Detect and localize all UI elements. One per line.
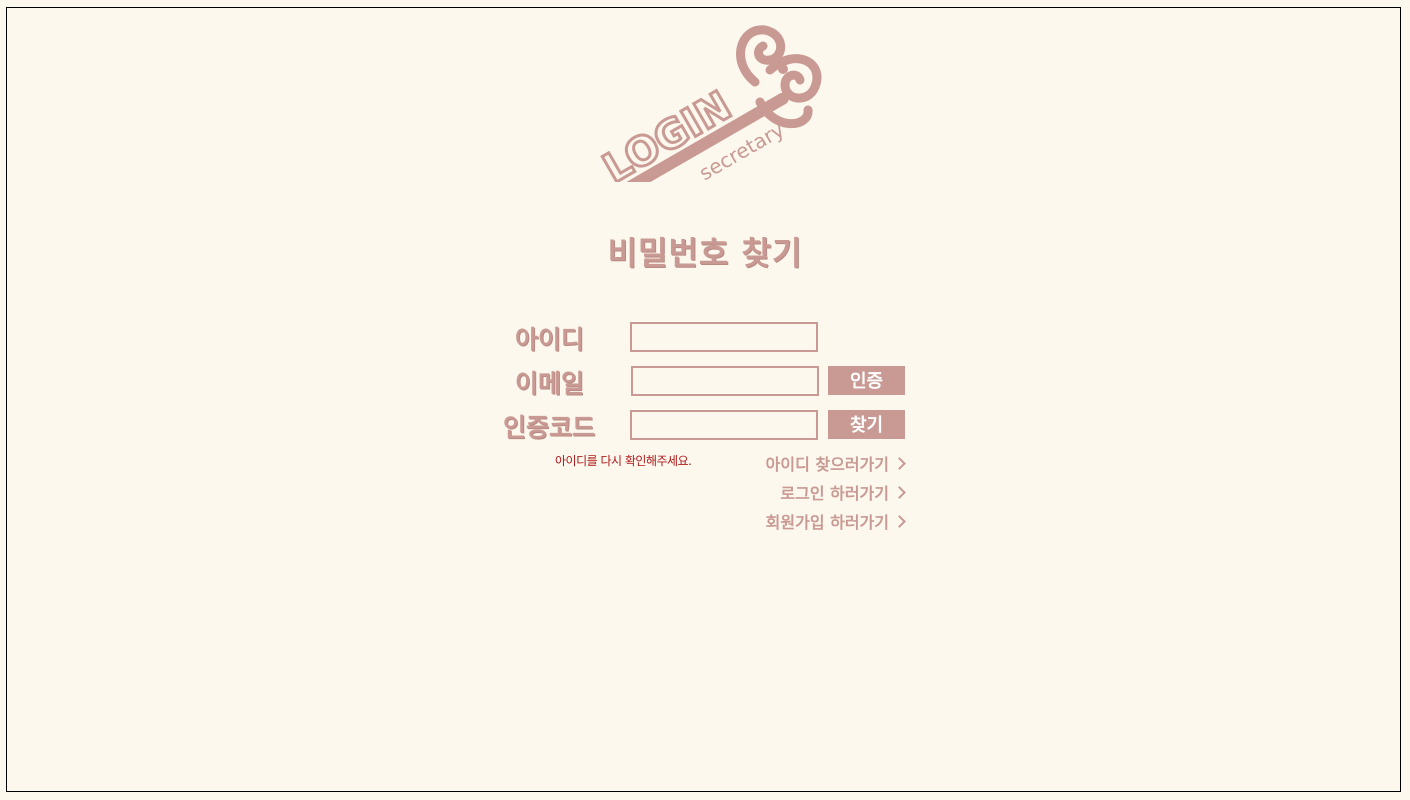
code-label: 인증코드 [503, 413, 596, 442]
signup-link-label: 회원가입 하러가기 [765, 513, 889, 532]
id-label: 아이디 [515, 325, 585, 354]
chevron-right-icon [893, 514, 906, 528]
chevron-right-icon [893, 485, 906, 499]
email-label: 이메일 [515, 369, 585, 398]
signup-link[interactable]: 회원가입 하러가기 [765, 509, 906, 533]
key-logo-icon: LOGIN secretary [594, 25, 822, 182]
find-button[interactable]: 찾기 [828, 410, 905, 439]
find-id-link[interactable]: 아이디 찾으러가기 [765, 451, 906, 475]
find-id-link-label: 아이디 찾으러가기 [765, 455, 889, 474]
login-link[interactable]: 로그인 하러가기 [780, 480, 906, 504]
page-title: 비밀번호 찾기 [607, 234, 803, 272]
email-input[interactable] [631, 366, 819, 396]
error-message: 아이디를 다시 확인해주세요. [555, 454, 692, 468]
verify-button[interactable]: 인증 [828, 366, 905, 395]
chevron-right-icon [893, 456, 906, 470]
code-input[interactable] [630, 410, 818, 440]
login-link-label: 로그인 하러가기 [780, 484, 889, 503]
id-input[interactable] [630, 322, 818, 352]
